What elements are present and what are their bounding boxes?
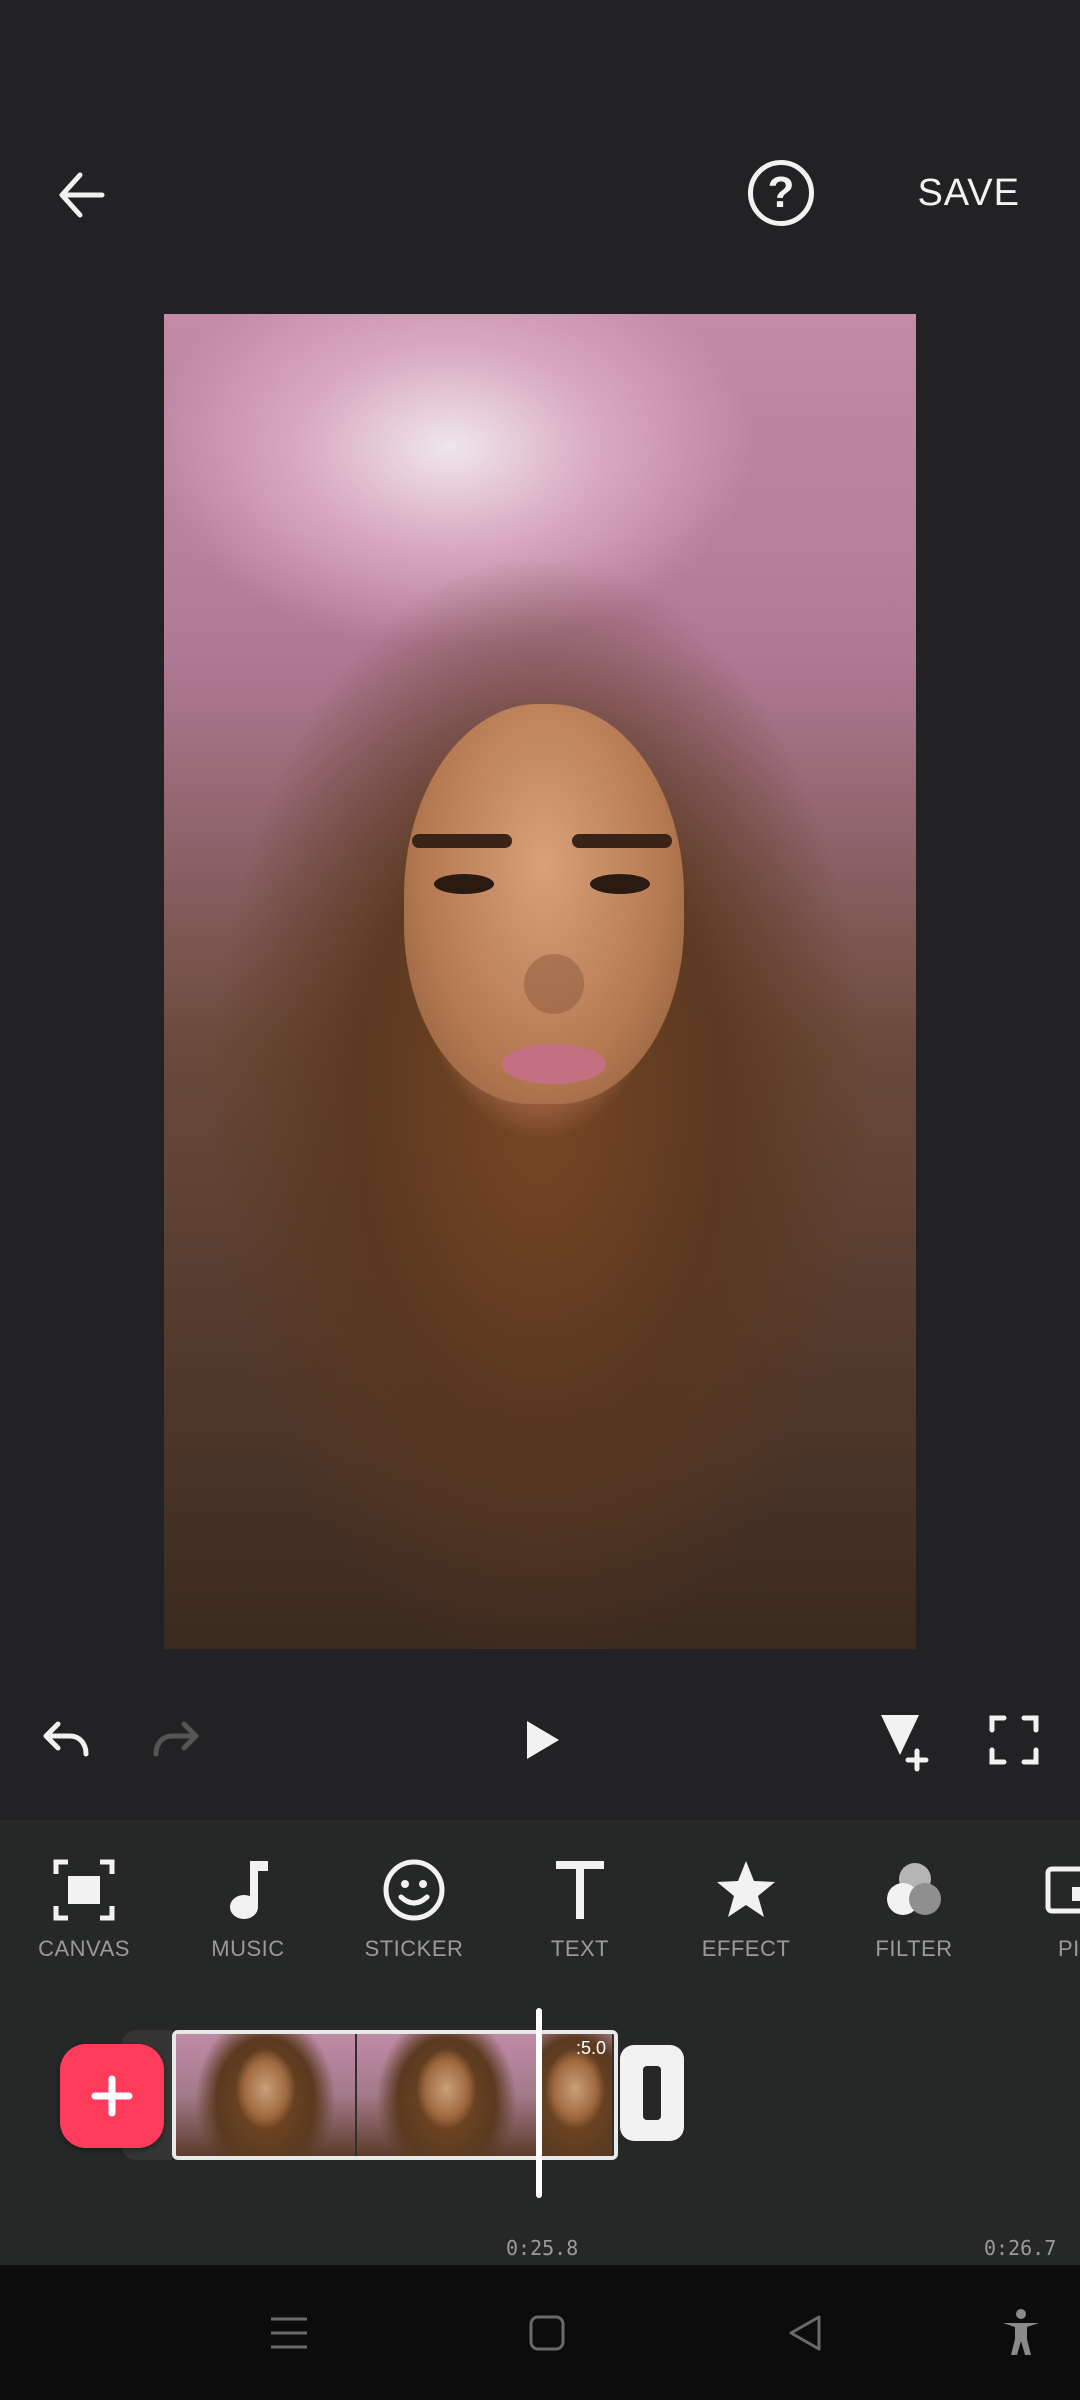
star-icon	[717, 1861, 775, 1917]
tool-label: FILTER	[875, 1936, 953, 1961]
tool-music[interactable]: MUSIC	[168, 1850, 328, 1970]
video-preview[interactable]	[164, 314, 916, 1649]
keyframe-add-button[interactable]	[862, 1700, 942, 1780]
playhead[interactable]	[536, 2008, 542, 2198]
save-button[interactable]: SAVE	[917, 172, 1020, 215]
canvas-icon	[53, 1859, 115, 1921]
tool-label: MUSIC	[211, 1936, 285, 1961]
back-button[interactable]	[50, 160, 120, 230]
tool-label: PI	[1058, 1936, 1080, 1961]
home-square-icon	[529, 2315, 565, 2351]
tool-sticker[interactable]: STICKER	[334, 1850, 494, 1970]
play-button[interactable]	[502, 1700, 582, 1780]
help-circle-icon: ?	[767, 168, 795, 217]
back-nav-button[interactable]	[770, 2303, 840, 2363]
tool-label: TEXT	[550, 1936, 610, 1961]
redo-icon	[153, 1721, 199, 1757]
filter-circles-icon	[887, 1863, 941, 1915]
tool-pip[interactable]: PI	[1000, 1850, 1080, 1970]
top-bar: ? SAVE	[0, 130, 1080, 260]
plus-icon	[91, 2075, 133, 2117]
tool-text[interactable]: TEXT	[500, 1850, 660, 1970]
keyframe-add-icon	[881, 1715, 929, 1772]
music-note-icon	[230, 1861, 268, 1919]
clip-duration-label: :5.0	[575, 2038, 606, 2058]
fullscreen-button[interactable]	[974, 1700, 1054, 1780]
tool-canvas[interactable]: CANVAS	[4, 1850, 164, 1970]
back-arrow-icon	[59, 172, 105, 218]
redo-button[interactable]	[136, 1700, 216, 1780]
text-t-icon	[556, 1861, 604, 1919]
recents-button[interactable]	[254, 2303, 324, 2363]
clip-thumbnail	[176, 2034, 357, 2156]
tool-label: CANVAS	[38, 1936, 130, 1961]
clip-thumbnail	[357, 2034, 538, 2156]
playback-controls	[0, 1700, 1080, 1790]
tool-label: EFFECT	[701, 1936, 791, 1961]
help-button[interactable]: ?	[748, 160, 814, 226]
add-clip-button[interactable]	[60, 2044, 164, 2148]
accessibility-button[interactable]	[986, 2303, 1056, 2363]
fullscreen-icon	[989, 1715, 1039, 1765]
tool-label: STICKER	[364, 1936, 464, 1961]
current-time: 0:25.8	[506, 2236, 579, 2260]
undo-icon	[43, 1721, 89, 1757]
back-triangle-icon	[789, 2315, 821, 2351]
tool-effect[interactable]: EFFECT	[666, 1850, 826, 1970]
system-nav-bar	[0, 2265, 1080, 2400]
tools-bar: CANVAS MUSIC STICKER TEXT EFFECT FILTER …	[0, 1820, 1080, 1980]
timeline: :5.0 0:25.8 0:26.7	[0, 1980, 1080, 2265]
total-time: 0:26.7	[984, 2236, 1057, 2260]
accessibility-icon	[1003, 2309, 1039, 2355]
menu-lines-icon	[271, 2317, 307, 2349]
undo-button[interactable]	[26, 1700, 106, 1780]
tool-filter[interactable]: FILTER	[834, 1850, 994, 1970]
handle-grip	[643, 2066, 661, 2120]
home-button[interactable]	[512, 2303, 582, 2363]
smiley-icon	[383, 1859, 445, 1921]
play-icon	[527, 1721, 559, 1759]
pip-icon	[1045, 1866, 1080, 1914]
clip-end-handle[interactable]	[620, 2045, 684, 2141]
video-clip[interactable]: :5.0	[172, 2030, 618, 2160]
